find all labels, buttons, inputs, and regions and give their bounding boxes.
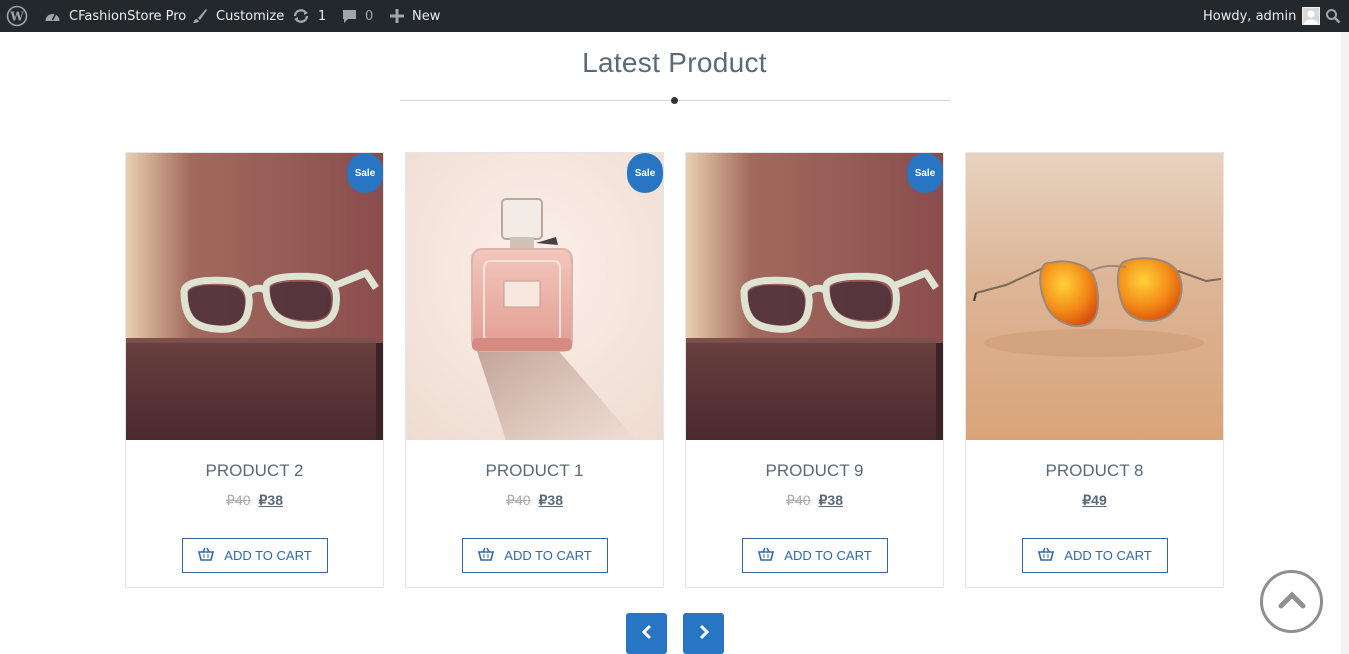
customize-label: Customize <box>216 8 285 24</box>
product-price: ₽40 ₽38 <box>686 492 943 509</box>
wordpress-logo-icon[interactable]: W <box>6 0 30 32</box>
brush-icon <box>192 8 208 24</box>
add-to-cart-label: ADD TO CART <box>504 548 592 563</box>
site-name-menu[interactable]: CFashionStore Pro <box>44 0 186 32</box>
updates-link[interactable]: 1 <box>292 0 326 32</box>
sale-price: ₽38 <box>258 492 283 508</box>
admin-bar: W CFashionStore Pro Customize 1 0 New Ho… <box>0 0 1349 32</box>
page-content: Latest Product Sale PRODUCT 2 ₽40 ₽38 AD… <box>0 32 1349 654</box>
new-label: New <box>412 8 441 24</box>
new-content-menu[interactable]: New <box>390 0 440 32</box>
title-divider-dot <box>671 97 678 104</box>
avatar <box>1302 7 1321 25</box>
greeting-label: Howdy, admin <box>1203 8 1297 24</box>
product-name[interactable]: PRODUCT 2 <box>126 461 383 481</box>
dashboard-icon <box>44 9 61 24</box>
product-name[interactable]: PRODUCT 9 <box>686 461 943 481</box>
product-card: Sale PRODUCT 2 ₽40 ₽38 ADD TO CART <box>125 152 384 588</box>
chevron-left-icon <box>640 624 654 644</box>
add-to-cart-button[interactable]: ADD TO CART <box>462 538 608 573</box>
site-name-label: CFashionStore Pro <box>69 8 187 24</box>
product-card: Sale PRODUCT 1 ₽40 ₽38 ADD TO CART <box>405 152 664 588</box>
product-price: ₽40 ₽38 <box>126 492 383 509</box>
basket-icon <box>198 547 215 564</box>
customize-link[interactable]: Customize <box>192 0 284 32</box>
svg-text:W: W <box>9 10 24 24</box>
my-account-menu[interactable]: Howdy, admin <box>1203 0 1321 32</box>
product-image[interactable]: Sale <box>126 153 383 440</box>
product-image[interactable]: Sale <box>686 153 943 440</box>
product-name[interactable]: PRODUCT 8 <box>966 461 1223 481</box>
chevron-up-icon <box>1277 590 1307 614</box>
old-price: ₽40 <box>786 492 811 508</box>
basket-icon <box>1038 547 1055 564</box>
old-price: ₽40 <box>226 492 251 508</box>
old-price: ₽40 <box>506 492 531 508</box>
carousel-next-button[interactable] <box>683 613 724 654</box>
product-image[interactable]: Sale <box>406 153 663 440</box>
search-icon[interactable] <box>1325 0 1341 32</box>
add-to-cart-button[interactable]: ADD TO CART <box>742 538 888 573</box>
updates-icon <box>292 8 310 24</box>
add-to-cart-button[interactable]: ADD TO CART <box>182 538 328 573</box>
comment-icon <box>342 9 357 24</box>
add-to-cart-label: ADD TO CART <box>784 548 872 563</box>
back-to-top-button[interactable] <box>1260 570 1323 633</box>
product-image[interactable] <box>966 153 1223 440</box>
product-card: Sale PRODUCT 9 ₽40 ₽38 ADD TO CART <box>685 152 944 588</box>
plus-icon <box>390 9 404 23</box>
page-scrollbar[interactable] <box>1341 32 1349 654</box>
sale-price: ₽49 <box>1082 492 1107 508</box>
comments-count: 0 <box>365 8 374 24</box>
product-name[interactable]: PRODUCT 1 <box>406 461 663 481</box>
sale-badge: Sale <box>907 153 943 193</box>
product-price: ₽49 <box>966 492 1223 509</box>
sale-badge: Sale <box>347 153 383 193</box>
sale-price: ₽38 <box>818 492 843 508</box>
basket-icon <box>478 547 495 564</box>
add-to-cart-button[interactable]: ADD TO CART <box>1022 538 1168 573</box>
sale-badge: Sale <box>627 153 663 193</box>
carousel-prev-button[interactable] <box>626 613 667 654</box>
comments-link[interactable]: 0 <box>342 0 373 32</box>
basket-icon <box>758 547 775 564</box>
sale-price: ₽38 <box>538 492 563 508</box>
chevron-right-icon <box>697 624 711 644</box>
section-title: Latest Product <box>582 47 767 78</box>
product-card: PRODUCT 8 ₽49 ADD TO CART <box>965 152 1224 588</box>
add-to-cart-label: ADD TO CART <box>224 548 312 563</box>
product-price: ₽40 ₽38 <box>406 492 663 509</box>
updates-count: 1 <box>318 8 327 24</box>
add-to-cart-label: ADD TO CART <box>1064 548 1152 563</box>
